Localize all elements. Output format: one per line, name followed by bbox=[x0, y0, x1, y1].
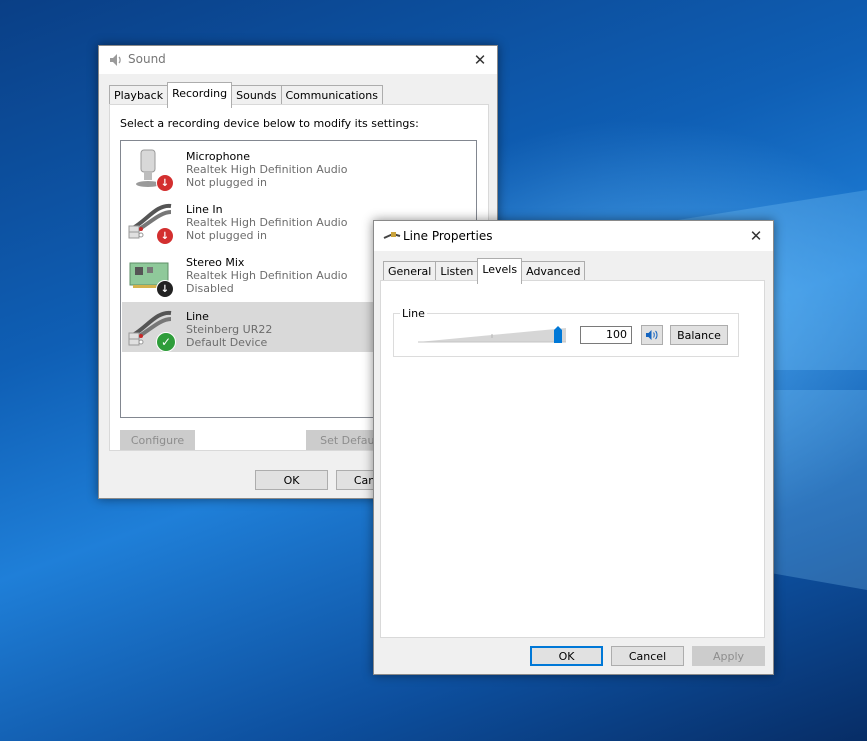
balance-button[interactable]: Balance bbox=[670, 325, 728, 345]
device-status: Default Device bbox=[186, 336, 268, 349]
properties-tabs: General Listen Levels Advanced bbox=[383, 258, 586, 284]
device-driver: Realtek High Definition Audio bbox=[186, 269, 348, 282]
volume-slider[interactable] bbox=[418, 326, 566, 344]
line-level-group: Line 100 Balance bbox=[393, 307, 739, 357]
instruction-text: Select a recording device below to modif… bbox=[120, 117, 419, 130]
volume-level-input[interactable]: 100 bbox=[580, 326, 632, 344]
device-driver: Steinberg UR22 bbox=[186, 323, 273, 336]
properties-title: Line Properties bbox=[403, 229, 493, 243]
device-name: Line In bbox=[186, 203, 223, 216]
properties-apply-button[interactable]: Apply bbox=[692, 646, 765, 666]
tab-levels[interactable]: Levels bbox=[477, 258, 523, 284]
device-status: Not plugged in bbox=[186, 176, 268, 189]
sound-titlebar[interactable]: Sound ✕ bbox=[99, 46, 497, 74]
device-name: Stereo Mix bbox=[186, 256, 245, 269]
device-driver: Realtek High Definition Audio bbox=[186, 163, 348, 176]
line-properties-window: Line Properties ✕ General Listen Levels … bbox=[373, 220, 774, 675]
rca-cable-app-icon bbox=[383, 232, 401, 239]
device-driver: Realtek High Definition Audio bbox=[186, 216, 348, 229]
sound-close-icon[interactable]: ✕ bbox=[463, 46, 497, 74]
tab-recording[interactable]: Recording bbox=[167, 82, 233, 108]
device-name: Microphone bbox=[186, 150, 251, 163]
levels-panel: Line 100 Balance bbox=[380, 280, 765, 638]
disabled-arrow-icon: ↓ bbox=[156, 280, 174, 298]
sound-tabs: Playback Recording Sounds Communications bbox=[109, 82, 383, 108]
speaker-app-icon bbox=[110, 54, 121, 66]
properties-close-icon[interactable]: ✕ bbox=[739, 221, 773, 251]
sound-ok-button[interactable]: OK bbox=[255, 470, 328, 490]
unplugged-arrow-icon: ↓ bbox=[156, 174, 174, 192]
configure-button[interactable]: Configure bbox=[120, 430, 195, 450]
mute-toggle-button[interactable] bbox=[641, 325, 663, 345]
device-status: Disabled bbox=[186, 282, 234, 295]
line-level-label: Line bbox=[400, 307, 427, 320]
device-status: Not plugged in bbox=[186, 229, 268, 242]
device-name: Line bbox=[186, 310, 209, 323]
speaker-icon bbox=[646, 330, 658, 340]
unplugged-arrow-icon: ↓ bbox=[156, 227, 174, 245]
properties-ok-button[interactable]: OK bbox=[530, 646, 603, 666]
sound-title: Sound bbox=[128, 52, 166, 66]
properties-cancel-button[interactable]: Cancel bbox=[611, 646, 684, 666]
device-microphone[interactable]: ↓ Microphone Realtek High Definition Aud… bbox=[122, 142, 475, 192]
default-check-icon: ✓ bbox=[156, 332, 176, 352]
properties-titlebar[interactable]: Line Properties ✕ bbox=[374, 221, 773, 251]
